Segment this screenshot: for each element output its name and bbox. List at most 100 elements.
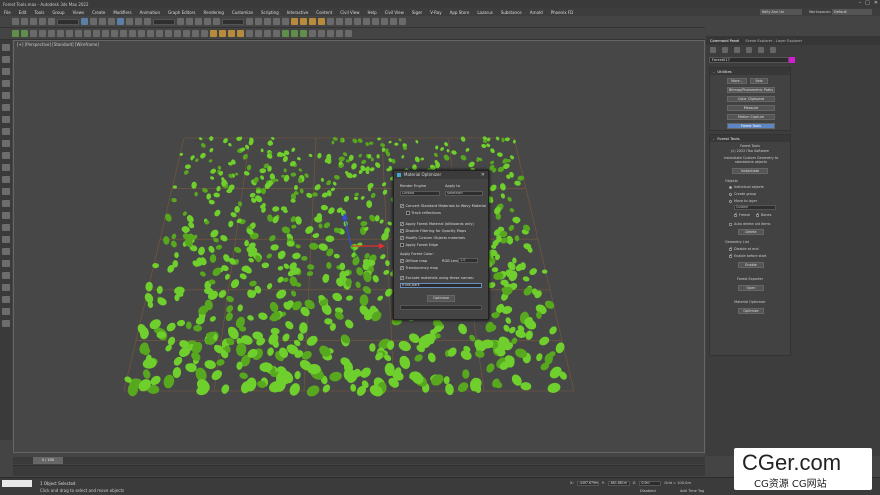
systems-icon[interactable] (84, 30, 91, 37)
pin-icon[interactable] (2, 320, 10, 327)
panel-optimize-button[interactable]: Optimize (738, 308, 764, 314)
radio-move-to-layer[interactable]: Move to layer (729, 199, 757, 203)
close-icon[interactable]: ✕ (874, 0, 878, 6)
shapes-filter-icon[interactable] (2, 92, 10, 99)
utilities-rollout-header[interactable]: - Utilities (710, 68, 790, 75)
tool-i-icon[interactable] (345, 30, 352, 37)
vray-frame-icon[interactable] (336, 18, 343, 25)
y-coordinate-field[interactable]: -661.861m (607, 481, 630, 486)
menu-graph-editors[interactable]: Graph Editors (168, 10, 195, 15)
tab-command-panel[interactable]: Command Panel (710, 39, 739, 43)
motion-capture-button[interactable]: Motion Capture (727, 114, 775, 120)
tree-c-icon[interactable] (300, 30, 307, 37)
checkbox-box[interactable] (400, 235, 404, 240)
groups-filter-icon[interactable] (2, 152, 10, 159)
snap-icon[interactable] (186, 18, 193, 25)
bitmap-paths-button[interactable]: Bitmap/Photometric Paths (727, 87, 775, 93)
checkbox-box[interactable] (756, 212, 759, 217)
dialog-title-bar[interactable]: Material Optimizer ✕ (394, 171, 488, 179)
radio-dot[interactable] (729, 199, 732, 203)
tab-scene-explorer[interactable]: Scene Explorer - Layer Explorer (745, 39, 802, 43)
menu-animation[interactable]: Animation (140, 10, 160, 15)
xrefs-filter-icon[interactable] (2, 164, 10, 171)
z-coordinate-field[interactable]: 0.0m (639, 481, 662, 486)
display-icon[interactable] (758, 46, 764, 53)
more-button[interactable]: More... (727, 78, 747, 84)
freeze-icon[interactable] (2, 212, 10, 219)
maxscript-listener[interactable] (2, 480, 32, 487)
named-selection-dropdown[interactable] (222, 18, 244, 25)
tool-d-icon[interactable] (399, 18, 406, 25)
apply-forest-checkbox[interactable]: Apply Forest Material (billboards only) (400, 221, 474, 226)
menu-arnold[interactable]: Arnold (530, 10, 543, 15)
track-reflections-checkbox[interactable]: Track reflections (406, 211, 441, 215)
menu-rendering[interactable]: Rendering (204, 10, 224, 15)
forest-tools-rollout-header[interactable]: - Forest Tools (710, 135, 790, 142)
sphere-icon[interactable] (111, 30, 118, 37)
tool-h-icon[interactable] (336, 30, 343, 37)
menu-scripting[interactable]: Scripting (261, 10, 279, 15)
window-crossing-icon[interactable] (108, 18, 115, 25)
tube-icon[interactable] (156, 30, 163, 37)
adaptive-degradation-status[interactable]: Disabled (640, 489, 656, 493)
menu-help[interactable]: Help (367, 10, 376, 15)
cameras-filter-icon[interactable] (2, 116, 10, 123)
tool-g-icon[interactable] (327, 30, 334, 37)
place-icon[interactable] (144, 18, 151, 25)
scatter-icon[interactable] (30, 30, 37, 37)
isolate-icon[interactable] (2, 224, 10, 231)
pivot-icon[interactable] (177, 18, 184, 25)
pyramid-icon[interactable] (183, 30, 190, 37)
proxy-icon[interactable] (39, 30, 46, 37)
smoke-icon[interactable] (219, 30, 226, 37)
checkbox-box[interactable] (400, 203, 404, 208)
render-icon[interactable] (318, 18, 325, 25)
schematic-icon[interactable] (282, 18, 289, 25)
railclone-icon[interactable] (21, 30, 28, 37)
time-slider[interactable]: 0 / 100 (13, 457, 705, 464)
checkbox-box[interactable] (400, 228, 404, 233)
angle-snap-icon[interactable] (195, 18, 202, 25)
vray-icon[interactable] (327, 18, 334, 25)
ocean-icon[interactable] (237, 30, 244, 37)
scale-icon[interactable] (135, 18, 142, 25)
create-icon[interactable] (710, 46, 716, 53)
time-slider-thumb[interactable]: 0 / 100 (33, 457, 63, 464)
sort-icon[interactable] (2, 260, 10, 267)
rgb-level-spinner[interactable]: 1.0 (458, 258, 478, 263)
menu-civil-view[interactable]: Civil View (340, 10, 359, 15)
spinner-snap-icon[interactable] (213, 18, 220, 25)
mirror-icon[interactable] (246, 18, 253, 25)
perspective-viewport[interactable]: [+] [Perspective] [Standard] [Wireframe] (13, 40, 705, 453)
menu-tools[interactable]: Tools (34, 10, 44, 15)
checkbox-box[interactable] (400, 265, 404, 270)
instantiate-button[interactable]: Instantiate (732, 168, 768, 174)
apply-edge-checkbox[interactable]: Apply Forest Edge (400, 243, 438, 247)
unlink-icon[interactable] (39, 18, 46, 25)
menu-interactive[interactable]: Interactive (287, 10, 309, 15)
forest-icon[interactable] (12, 30, 19, 37)
menu-phoenix-fd[interactable]: Phoenix FD (551, 10, 574, 15)
stop-icon[interactable] (201, 30, 208, 37)
xy-icon[interactable] (354, 18, 361, 25)
tool-f-icon[interactable] (318, 30, 325, 37)
phoenix-c-icon[interactable] (264, 30, 271, 37)
cone-icon[interactable] (174, 30, 181, 37)
select-icon[interactable] (81, 18, 88, 25)
tool-e-icon[interactable] (309, 30, 316, 37)
apply-to-dropdown[interactable]: Selection (445, 191, 483, 196)
scene-explorer-icon[interactable] (2, 44, 10, 51)
layers-icon[interactable] (2, 236, 10, 243)
redo-icon[interactable] (21, 18, 28, 25)
reference-coord-dropdown[interactable] (153, 18, 175, 25)
menu-vray[interactable]: V-Ray (430, 10, 441, 15)
checkbox-box[interactable] (729, 246, 732, 251)
menu-file[interactable]: File (4, 10, 11, 15)
checkbox-box[interactable] (400, 258, 404, 263)
torus-icon[interactable] (165, 30, 172, 37)
radio-create-group[interactable]: Create group (729, 192, 756, 196)
render-frame-icon[interactable] (309, 18, 316, 25)
exclude-checkbox[interactable]: Exclude materials using these names: (400, 275, 474, 280)
measure-button[interactable]: Measure (727, 105, 775, 111)
menu-siger[interactable]: Siger (412, 10, 422, 15)
